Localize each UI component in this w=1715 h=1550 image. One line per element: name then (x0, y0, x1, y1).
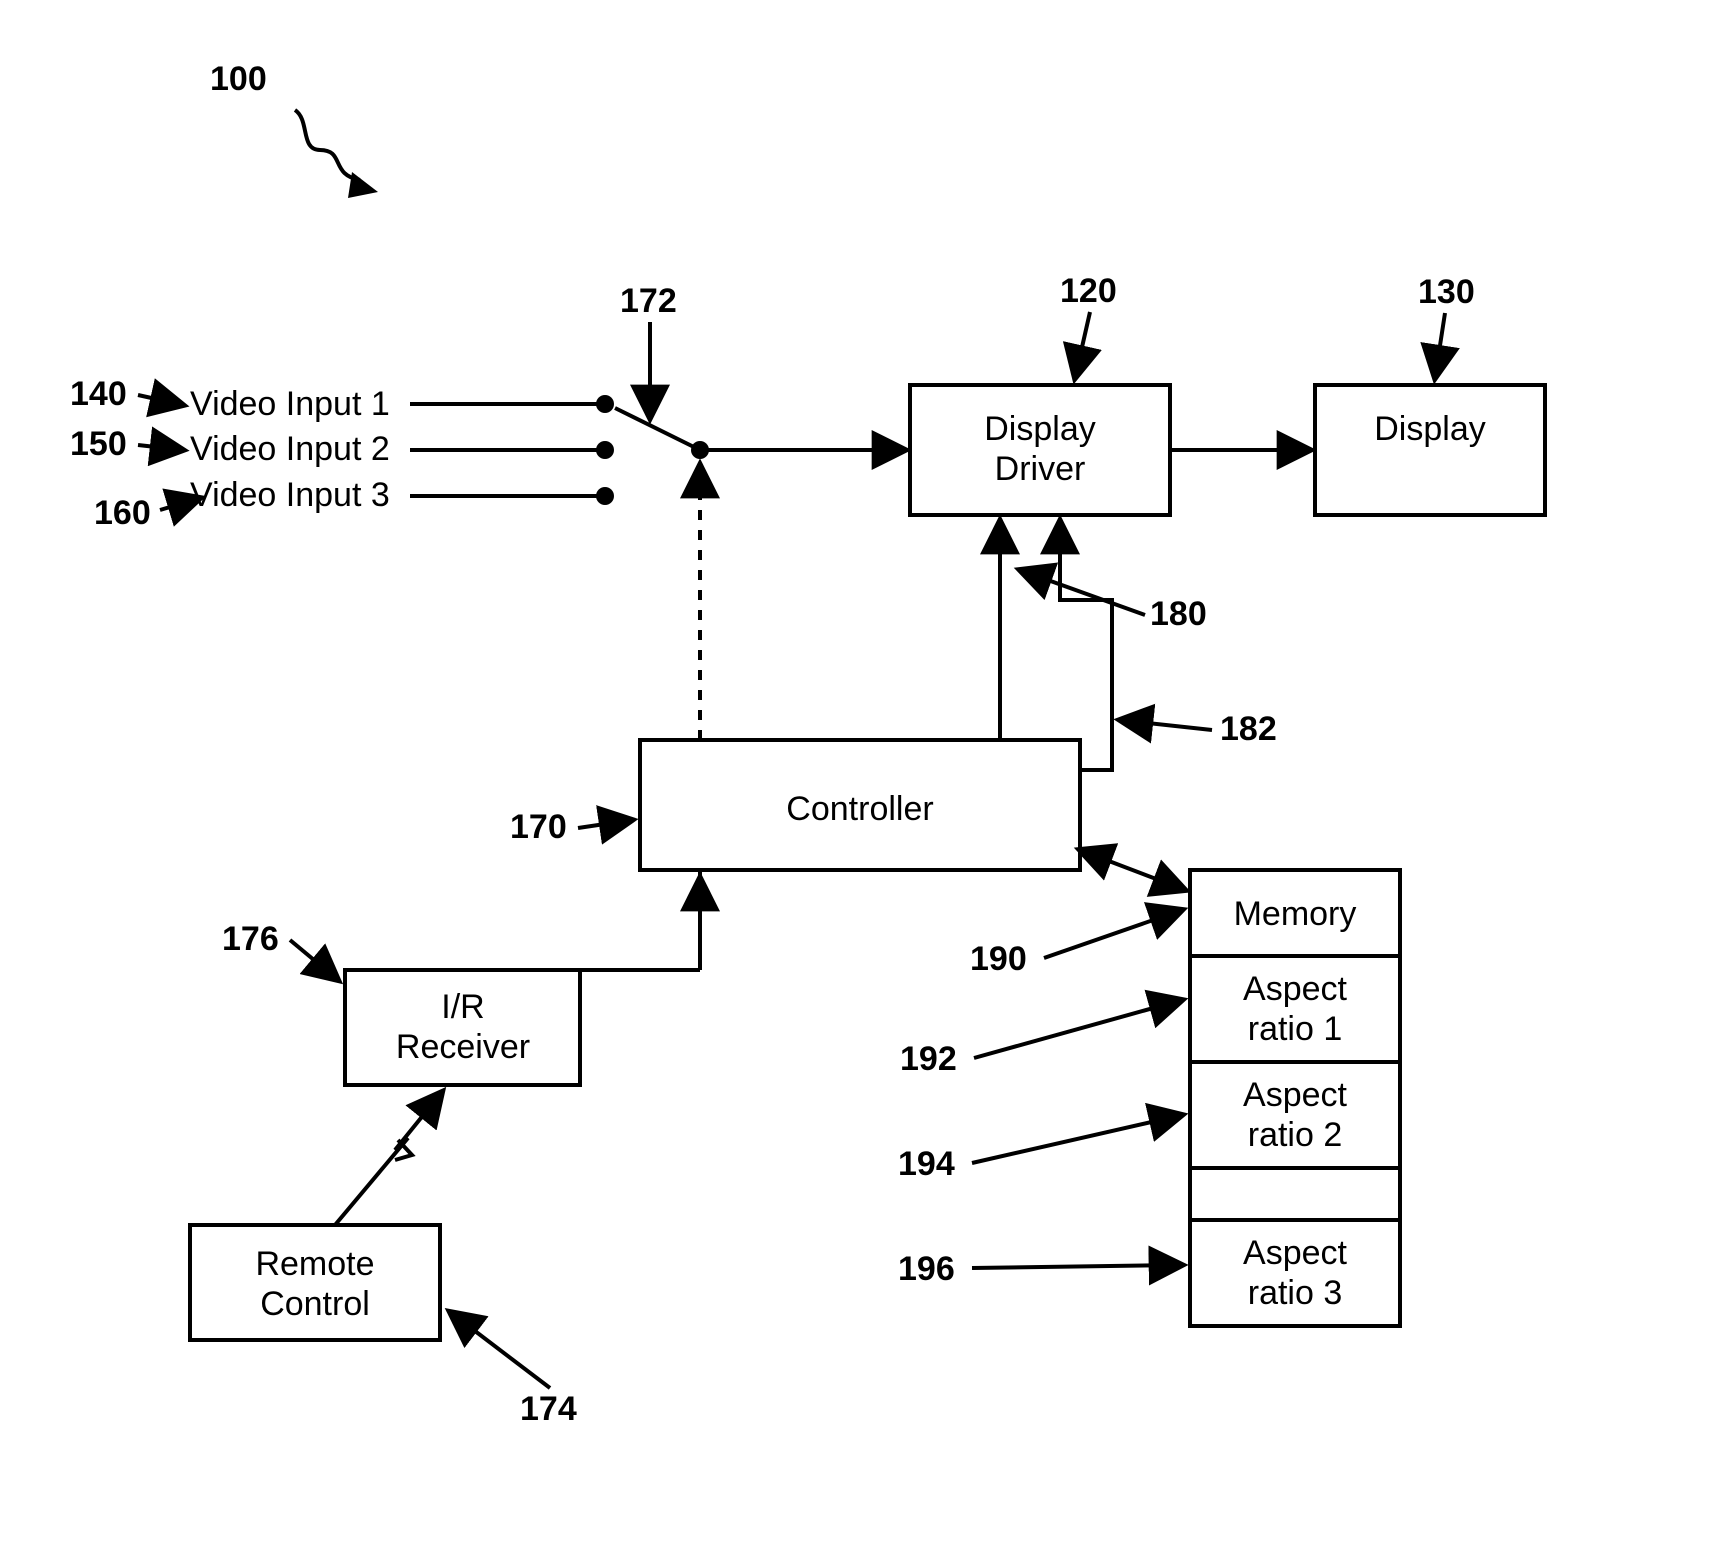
ar3-label-1: Aspect (1243, 1234, 1347, 1272)
ir-label-1: I/R (441, 988, 484, 1026)
ref-180-arrow (1020, 570, 1145, 615)
ref-170-arrow (578, 820, 632, 828)
controller-label: Controller (786, 790, 933, 828)
ir-label-2: Receiver (396, 1028, 530, 1066)
remote-to-ir-arrow (335, 1092, 442, 1225)
switch-wiper (615, 408, 700, 450)
display-label: Display (1374, 410, 1485, 448)
ref-190: 190 (970, 940, 1027, 978)
display-driver-label-1: Display (984, 410, 1095, 448)
display-block (1315, 385, 1545, 515)
memory-label: Memory (1234, 895, 1357, 933)
input2-node (596, 441, 614, 459)
controller-memory-link (1080, 850, 1185, 890)
ref-140-arrow (138, 395, 183, 405)
ref-180: 180 (1150, 595, 1207, 633)
ref-192: 192 (900, 1040, 957, 1078)
ref-196: 196 (898, 1250, 955, 1288)
figure-ref-label: 100 (210, 60, 267, 98)
ref-176-arrow (290, 940, 338, 980)
ref-174: 174 (520, 1390, 577, 1428)
input1-node (596, 395, 614, 413)
ar3-label-2: ratio 3 (1248, 1274, 1343, 1312)
ref-160: 160 (94, 494, 151, 532)
input3-node (596, 487, 614, 505)
ref-150-arrow (138, 445, 183, 450)
ar1-label-2: ratio 1 (1248, 1010, 1343, 1048)
ref-140: 140 (70, 375, 127, 413)
ref-174-arrow (450, 1312, 550, 1388)
ref-194-arrow (972, 1115, 1182, 1163)
remote-label-2: Control (260, 1285, 370, 1323)
ref-190-arrow (1044, 910, 1182, 958)
control-signal-182 (1060, 521, 1112, 770)
ref-172: 172 (620, 282, 677, 320)
ref-182: 182 (1220, 710, 1277, 748)
figure-ref-arrowhead (348, 172, 378, 198)
ref-192-arrow (974, 1000, 1182, 1058)
ref-170: 170 (510, 808, 567, 846)
ar1-label-1: Aspect (1243, 970, 1347, 1008)
ref-120: 120 (1060, 272, 1117, 310)
ref-130-arrow (1435, 313, 1445, 378)
ref-194: 194 (898, 1145, 955, 1183)
ar2-label-1: Aspect (1243, 1076, 1347, 1114)
video-input-1-label: Video Input 1 (190, 385, 390, 423)
ref-130: 130 (1418, 273, 1475, 311)
display-driver-label-2: Driver (995, 450, 1086, 488)
video-input-2-label: Video Input 2 (190, 430, 390, 468)
ref-176: 176 (222, 920, 279, 958)
ref-182-arrow (1120, 720, 1212, 730)
ref-150: 150 (70, 425, 127, 463)
remote-label-1: Remote (255, 1245, 374, 1283)
ref-196-arrow (972, 1265, 1182, 1268)
ar2-label-2: ratio 2 (1248, 1116, 1343, 1154)
figure-ref-arrow (295, 110, 360, 180)
video-input-3-label: Video Input 3 (190, 476, 390, 514)
ref-120-arrow (1075, 312, 1090, 378)
